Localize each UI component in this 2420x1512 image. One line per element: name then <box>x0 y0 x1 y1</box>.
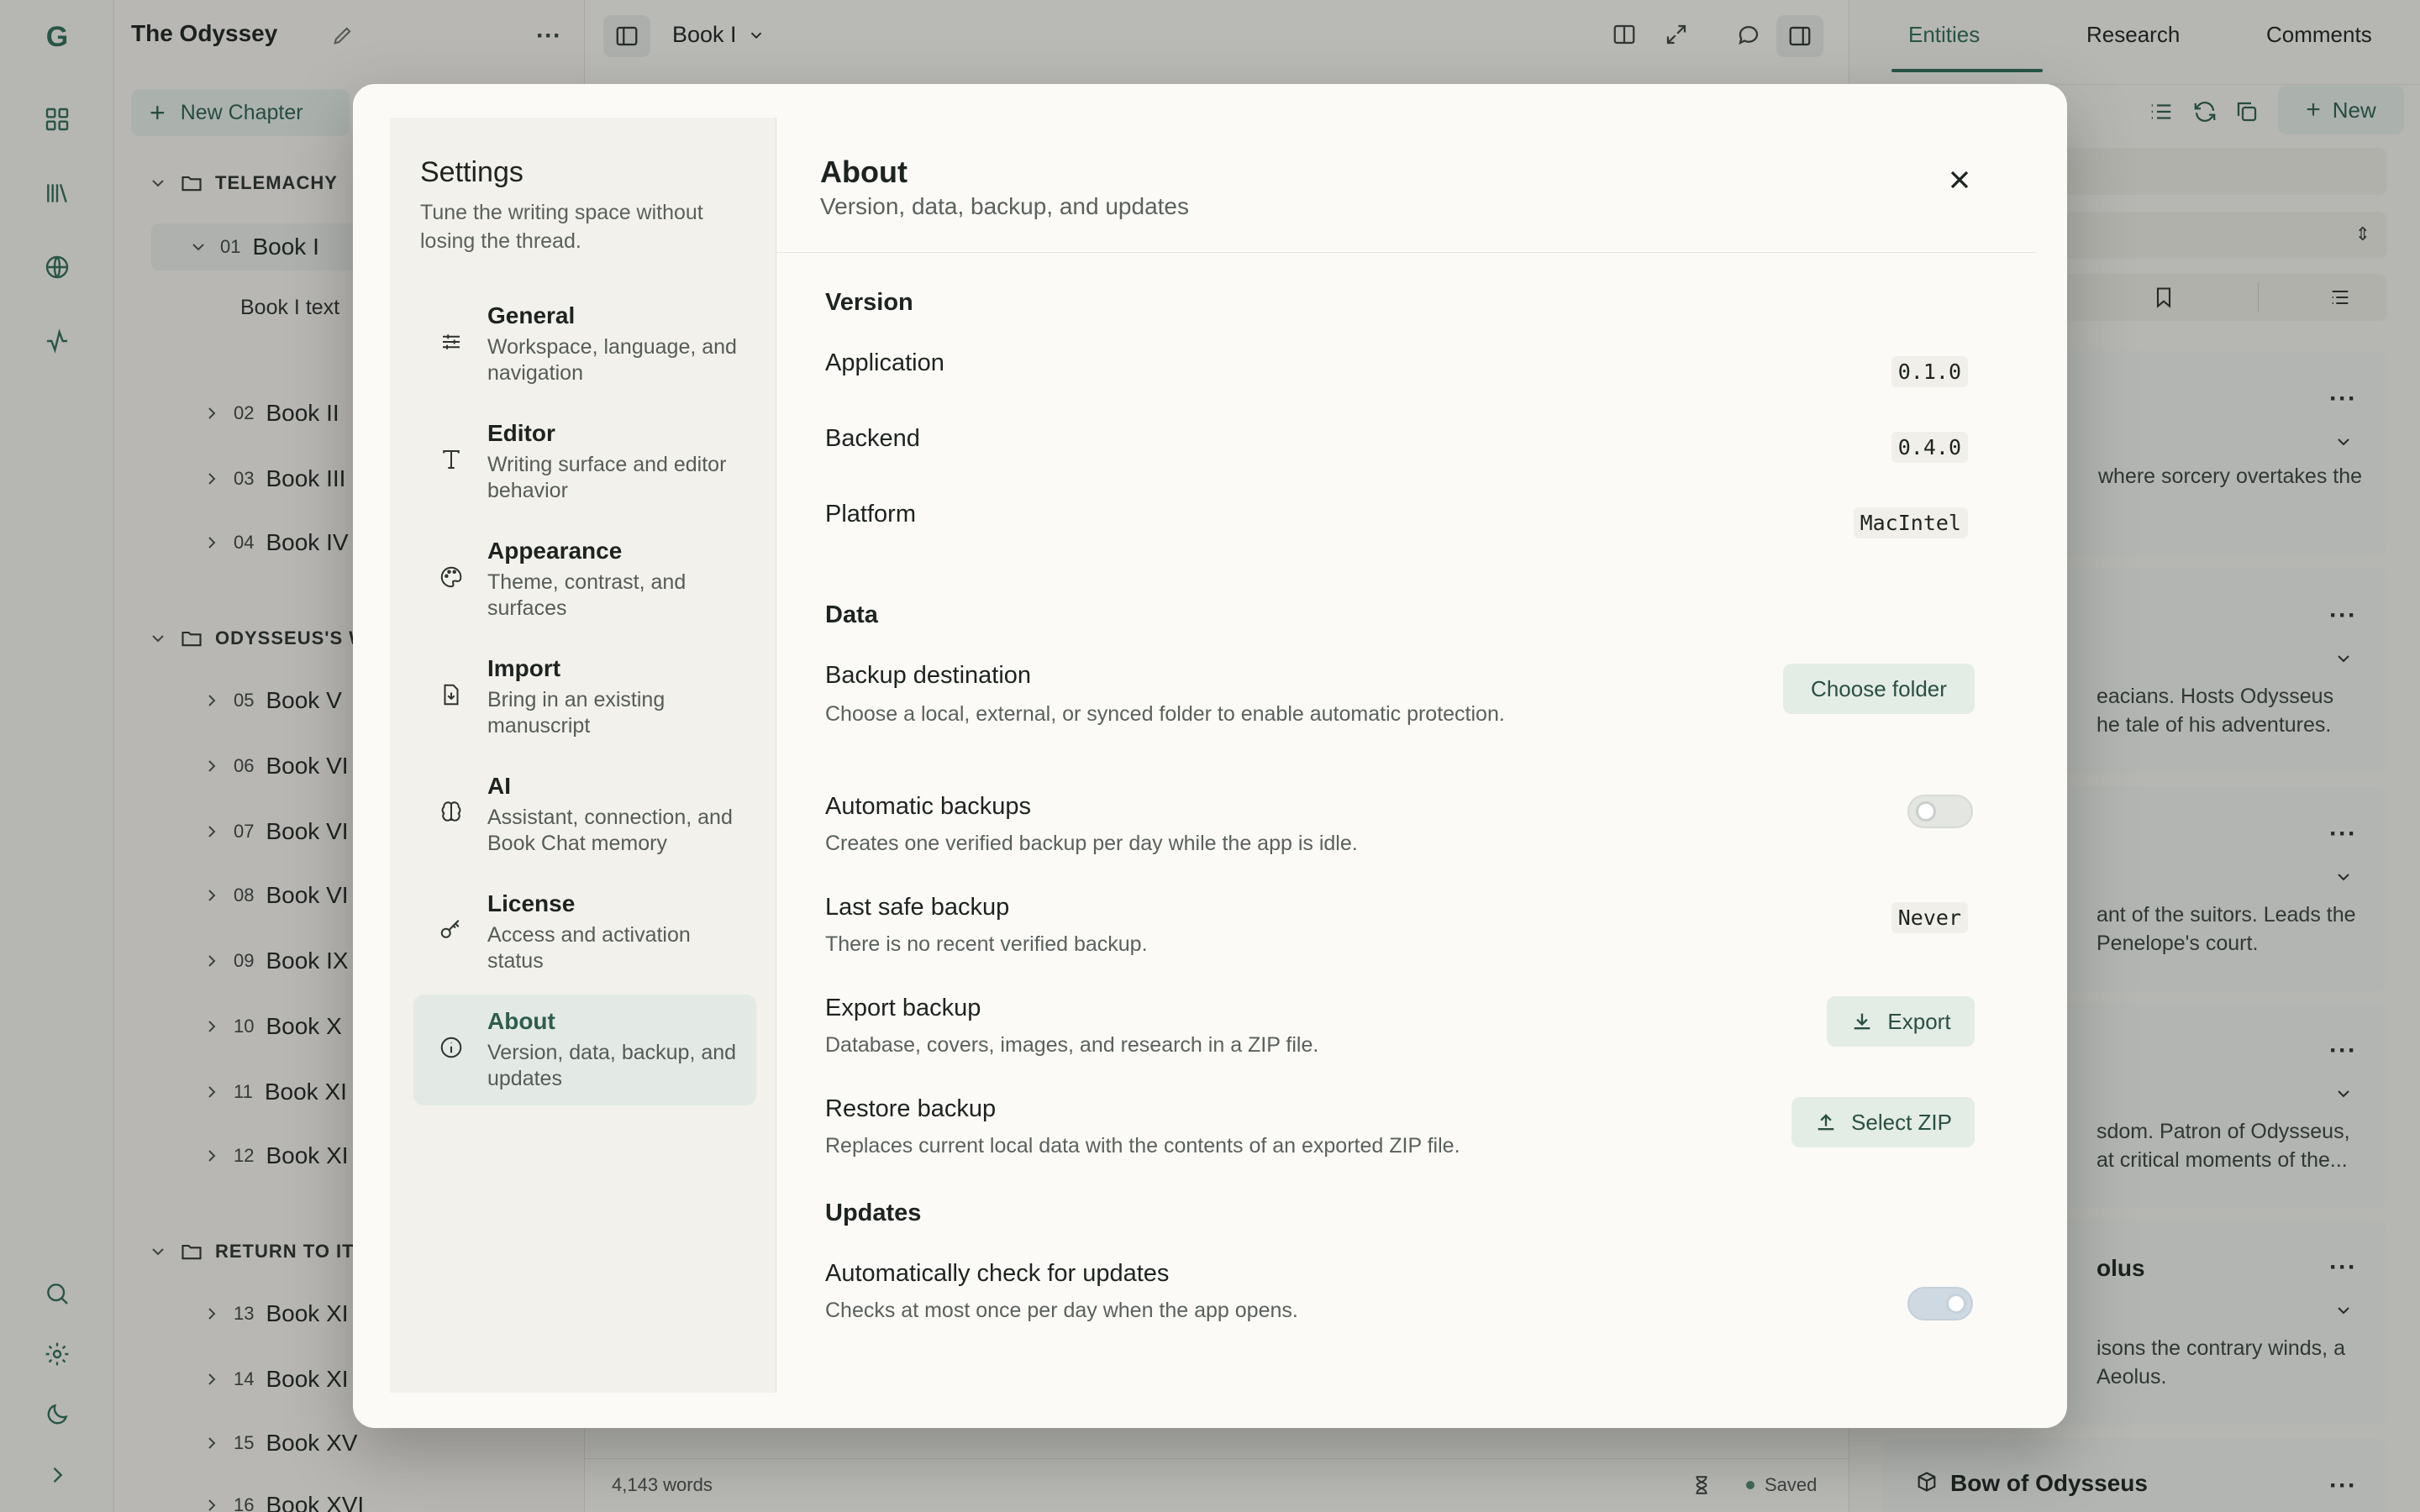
settings-nav-editor[interactable]: Editor Writing surface and editor behavi… <box>413 407 756 517</box>
nav-desc: Assistant, connection, and Book Chat mem… <box>487 806 733 855</box>
settings-nav-general[interactable]: General Workspace, language, and navigat… <box>413 289 756 400</box>
last-backup-value: Never <box>1891 902 1968 933</box>
info-icon <box>440 1037 462 1058</box>
last-backup-desc: There is no recent verified backup. <box>825 932 1148 956</box>
restore-backup-label: Restore backup <box>825 1095 997 1122</box>
nav-title: AI <box>487 773 511 799</box>
export-button[interactable]: Export <box>1827 996 1975 1047</box>
nav-title: About <box>487 1008 555 1034</box>
export-backup-label: Export backup <box>825 995 981 1021</box>
settings-subtitle: Tune the writing space without losing th… <box>420 201 703 253</box>
application-version: 0.1.0 <box>1891 356 1968 387</box>
toggle-knob <box>1916 801 1936 822</box>
divider <box>776 252 2037 253</box>
palette-icon <box>440 566 462 588</box>
auto-update-desc: Checks at most once per day when the app… <box>825 1299 1298 1322</box>
backup-destination-desc: Choose a local, external, or synced fold… <box>825 702 1505 726</box>
nav-title: Import <box>487 655 561 681</box>
file-import-icon <box>444 684 459 706</box>
about-panel: About Version, data, backup, and updates… <box>776 84 2067 1428</box>
backend-label: Backend <box>825 425 920 452</box>
select-zip-button[interactable]: Select ZIP <box>1791 1097 1975 1147</box>
backup-destination-label: Backup destination <box>825 662 1032 689</box>
application-label: Application <box>825 349 944 376</box>
key-icon <box>440 920 460 938</box>
choose-folder-button[interactable]: Choose folder <box>1783 664 1975 714</box>
backend-version: 0.4.0 <box>1891 432 1968 463</box>
automatic-backups-toggle[interactable] <box>1907 795 1973 828</box>
platform-label: Platform <box>825 501 916 528</box>
auto-update-label: Automatically check for updates <box>825 1260 1170 1287</box>
auto-update-toggle[interactable] <box>1907 1287 1973 1320</box>
nav-desc: Workspace, language, and navigation <box>487 335 737 385</box>
nav-title: Editor <box>487 420 555 446</box>
nav-desc: Theme, contrast, and surfaces <box>487 570 687 620</box>
platform-value: MacIntel <box>1853 507 1968 538</box>
settings-title: Settings <box>420 156 523 188</box>
page-subtitle: Version, data, backup, and updates <box>820 193 1189 219</box>
settings-nav-appearance[interactable]: Appearance Theme, contrast, and surfaces <box>413 524 756 635</box>
sliders-icon <box>443 334 460 349</box>
export-backup-desc: Database, covers, images, and research i… <box>825 1033 1319 1057</box>
close-icon[interactable] <box>1944 165 1975 195</box>
settings-nav-import[interactable]: Import Bring in an existing manuscript <box>413 642 756 753</box>
select-zip-button-label: Select ZIP <box>1851 1109 1952 1135</box>
export-button-label: Export <box>1887 1008 1951 1034</box>
settings-dialog: Settings Tune the writing space without … <box>353 84 2067 1428</box>
automatic-backups-label: Automatic backups <box>825 793 1032 820</box>
download-icon <box>1854 1013 1870 1030</box>
nav-title: General <box>487 302 576 328</box>
nav-desc: Version, data, backup, and updates <box>487 1041 737 1090</box>
section-heading: Version <box>825 289 913 316</box>
last-backup-label: Last safe backup <box>825 894 1010 921</box>
brain-icon <box>441 801 461 822</box>
page-title: About <box>820 155 908 189</box>
restore-backup-desc: Replaces current local data with the con… <box>825 1134 1460 1158</box>
settings-nav: Settings Tune the writing space without … <box>390 118 776 1393</box>
nav-title: License <box>487 890 576 916</box>
nav-desc: Access and activation status <box>487 923 691 973</box>
settings-nav-license[interactable]: License Access and activation status <box>413 877 756 988</box>
automatic-backups-desc: Creates one verified backup per day whil… <box>825 832 1358 855</box>
nav-desc: Writing surface and editor behavior <box>487 453 727 502</box>
settings-nav-ai[interactable]: AI Assistant, connection, and Book Chat … <box>413 759 756 870</box>
nav-title: Appearance <box>487 538 623 564</box>
type-icon <box>443 450 460 469</box>
section-heading: Updates <box>825 1200 922 1226</box>
toggle-knob <box>1946 1294 1966 1314</box>
nav-desc: Bring in an existing manuscript <box>487 688 666 738</box>
settings-nav-about[interactable]: About Version, data, backup, and updates <box>413 995 756 1105</box>
upload-icon <box>1818 1114 1834 1131</box>
section-heading: Data <box>825 601 878 628</box>
